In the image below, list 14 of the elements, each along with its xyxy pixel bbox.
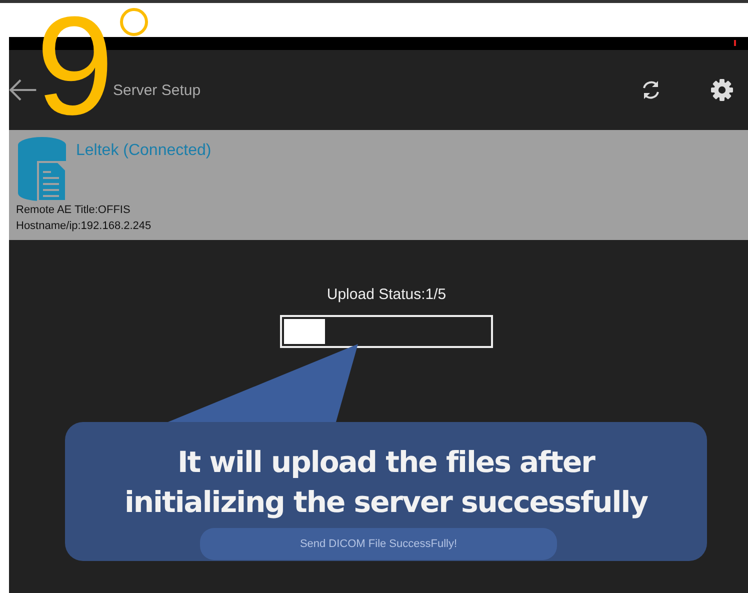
callout-text: initializing the server successfully <box>124 484 648 521</box>
server-panel[interactable]: Leltek (Connected) Remote AE Title:OFFIS Hostname/ip:192.168.2.245 <box>9 130 748 240</box>
upload-status-label: Upload Status:1/5 <box>326 286 446 303</box>
step-number: 9 <box>36 6 114 126</box>
server-detail: Remote AE Title:OFFIS <box>16 203 132 218</box>
degree-circle-icon <box>120 8 148 36</box>
status-indicator-icon <box>734 40 736 46</box>
screen-title: Server Setup <box>113 82 202 98</box>
database-document-icon <box>16 136 68 202</box>
server-detail: Hostname/ip:192.168.2.245 <box>16 219 152 234</box>
refresh-icon[interactable] <box>640 79 662 101</box>
callout-text: It will upload the files after <box>178 444 594 481</box>
toast-message: Send DICOM File SuccessFully! <box>200 528 558 560</box>
server-name: Leltek (Connected) <box>76 142 212 160</box>
